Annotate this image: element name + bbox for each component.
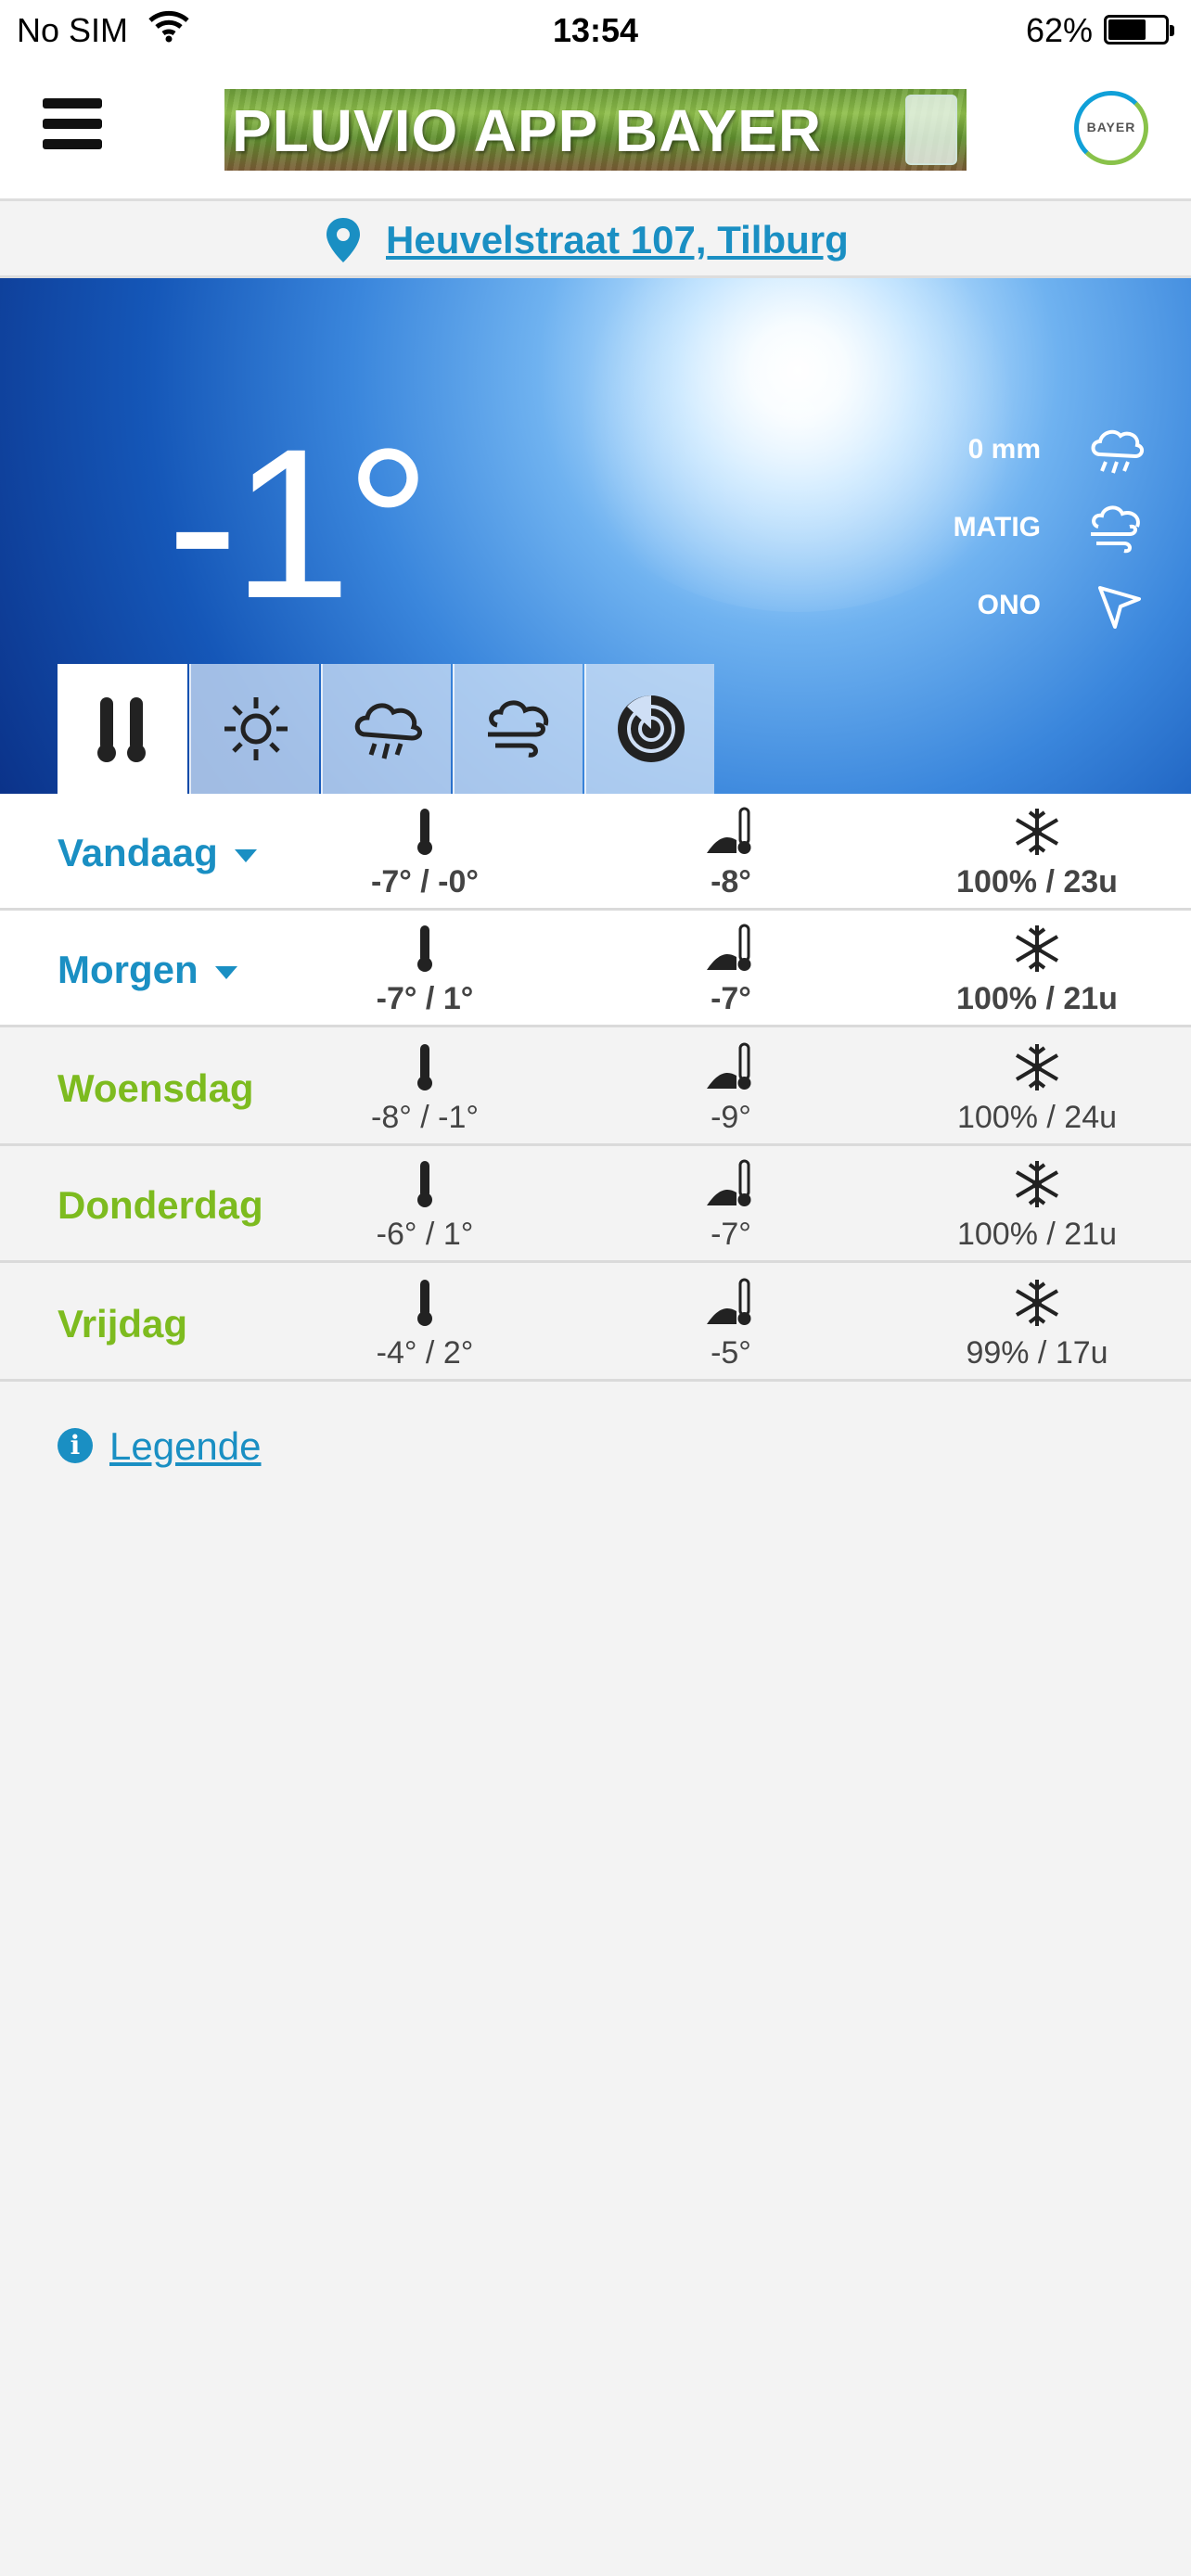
thermometer-icon bbox=[417, 809, 432, 855]
ground-temperature-cell: -5° bbox=[601, 1278, 861, 1371]
ground-temperature-icon bbox=[707, 924, 751, 971]
rain-cloud-icon bbox=[1091, 429, 1144, 474]
frost-cell: 99% / 17u bbox=[907, 1278, 1167, 1371]
snowflake-icon bbox=[1015, 1161, 1059, 1207]
banner-title: PLUVIO APP BAYER bbox=[232, 97, 823, 164]
frost-chance: 100% / 24u bbox=[956, 1100, 1118, 1135]
ground-temperature: -7° bbox=[711, 981, 751, 1016]
day-name: Vrijdag bbox=[58, 1302, 188, 1345]
app-banner: PLUVIO APP BAYER bbox=[224, 89, 967, 171]
tab-sun[interactable] bbox=[189, 664, 319, 794]
expand-caret-icon[interactable] bbox=[234, 848, 257, 862]
frost-cell: 100% / 23u bbox=[907, 807, 1167, 900]
day-row[interactable]: Vandaag -7° / -0° -8° 100% / 23u bbox=[0, 794, 1191, 911]
day-row[interactable]: Morgen -7° / 1° -7° 100% / 21u bbox=[0, 911, 1191, 1027]
expand-caret-icon[interactable] bbox=[214, 965, 237, 979]
current-weather-panel: -1° 0 mm MATIG ONO bbox=[0, 278, 1191, 794]
location-bar: Heuvelstraat 107, Tilburg bbox=[0, 198, 1191, 278]
rain-gauge-image bbox=[905, 95, 957, 165]
current-conditions: 0 mm MATIG ONO bbox=[868, 417, 1146, 651]
ground-temperature-icon bbox=[707, 1042, 751, 1090]
menu-icon[interactable] bbox=[43, 98, 102, 150]
ground-temperature: -7° bbox=[711, 1217, 751, 1252]
thermometer-icon bbox=[417, 1044, 432, 1090]
day-row: Vrijdag -4° / 2° -5° 99% / 17u bbox=[0, 1265, 1191, 1382]
day-name: Woensdag bbox=[58, 1066, 254, 1110]
ground-temperature: -9° bbox=[711, 1100, 751, 1135]
snowflake-icon bbox=[1015, 1280, 1059, 1326]
temperature-range-cell: -7° / -0° bbox=[295, 807, 555, 900]
ground-temperature-icon bbox=[707, 1159, 751, 1206]
ground-temperature: -5° bbox=[711, 1335, 751, 1371]
temperature-range: -7° / -0° bbox=[371, 864, 479, 899]
temperature-range: -4° / 2° bbox=[376, 1335, 474, 1371]
snowflake-icon bbox=[1015, 925, 1059, 972]
ground-temperature-icon bbox=[707, 1278, 751, 1325]
ground-temperature-icon bbox=[707, 807, 751, 854]
temperature-range-cell: -6° / 1° bbox=[295, 1159, 555, 1253]
frost-chance: 100% / 21u bbox=[956, 981, 1118, 1016]
rain-value: 0 mm bbox=[967, 434, 1041, 465]
thermometer-icon bbox=[97, 697, 146, 762]
wind-strength-value: MATIG bbox=[953, 512, 1041, 542]
legend-link[interactable]: Legende bbox=[109, 1424, 262, 1469]
thermometer-icon bbox=[417, 925, 432, 972]
temperature-range: -8° / -1° bbox=[371, 1100, 479, 1135]
battery-icon bbox=[1104, 15, 1174, 45]
frost-chance: 100% / 21u bbox=[956, 1217, 1118, 1252]
current-temperature: -1° bbox=[167, 404, 430, 643]
temperature-range-cell: -7° / 1° bbox=[295, 924, 555, 1017]
ground-temperature-cell: -9° bbox=[601, 1042, 861, 1136]
temperature-range-cell: -8° / -1° bbox=[295, 1042, 555, 1136]
ground-temperature-cell: -7° bbox=[601, 924, 861, 1017]
location-pin-icon bbox=[327, 218, 360, 262]
battery-percentage: 62% bbox=[1025, 11, 1093, 49]
radar-icon bbox=[618, 695, 685, 762]
wind-cloud-icon bbox=[488, 700, 549, 758]
frost-chance: 100% / 23u bbox=[956, 864, 1118, 899]
tab-wind[interactable] bbox=[453, 664, 583, 794]
ground-temperature-cell: -8° bbox=[601, 807, 861, 900]
snowflake-icon bbox=[1015, 1044, 1059, 1090]
day-name: Donderdag bbox=[58, 1183, 263, 1227]
temperature-range-cell: -4° / 2° bbox=[295, 1278, 555, 1371]
day-row: Donderdag -6° / 1° -7° 100% / 21u bbox=[0, 1146, 1191, 1263]
frost-chance: 99% / 17u bbox=[966, 1335, 1108, 1371]
thermometer-icon bbox=[417, 1161, 432, 1207]
wind-cloud-icon bbox=[1091, 505, 1140, 554]
rain-cloud-icon bbox=[354, 703, 422, 759]
wind-direction-value: ONO bbox=[977, 590, 1041, 620]
app-header: PLUVIO APP BAYER BAYER bbox=[0, 59, 1191, 198]
bayer-logo[interactable]: BAYER bbox=[1074, 91, 1148, 165]
status-bar: No SIM 13:54 62% bbox=[0, 0, 1191, 59]
day-name[interactable]: Vandaag bbox=[58, 831, 257, 875]
temperature-range: -6° / 1° bbox=[376, 1217, 474, 1252]
rain-row: 0 mm bbox=[868, 417, 1146, 495]
ground-temperature-cell: -7° bbox=[601, 1159, 861, 1253]
frost-cell: 100% / 21u bbox=[907, 1159, 1167, 1253]
frost-cell: 100% / 24u bbox=[907, 1042, 1167, 1136]
ground-temperature: -8° bbox=[711, 864, 751, 899]
snowflake-icon bbox=[1015, 809, 1059, 855]
tab-temperature[interactable] bbox=[58, 664, 187, 794]
wind-direction-row: ONO bbox=[868, 573, 1146, 651]
tab-rain[interactable] bbox=[321, 664, 451, 794]
day-row: Woensdag -8° / -1° -9° 100% / 24u bbox=[0, 1029, 1191, 1146]
tab-radar[interactable] bbox=[584, 664, 714, 794]
sun-icon bbox=[224, 697, 288, 760]
clock: 13:54 bbox=[552, 11, 639, 49]
wind-direction-arrow-icon bbox=[1098, 586, 1141, 629]
wind-strength-row: MATIG bbox=[868, 495, 1146, 573]
temperature-range: -7° / 1° bbox=[376, 981, 474, 1016]
thermometer-icon bbox=[417, 1280, 432, 1326]
location-link[interactable]: Heuvelstraat 107, Tilburg bbox=[386, 218, 849, 262]
day-name[interactable]: Morgen bbox=[58, 948, 237, 992]
frost-cell: 100% / 21u bbox=[907, 924, 1167, 1017]
info-icon: i bbox=[58, 1428, 93, 1463]
